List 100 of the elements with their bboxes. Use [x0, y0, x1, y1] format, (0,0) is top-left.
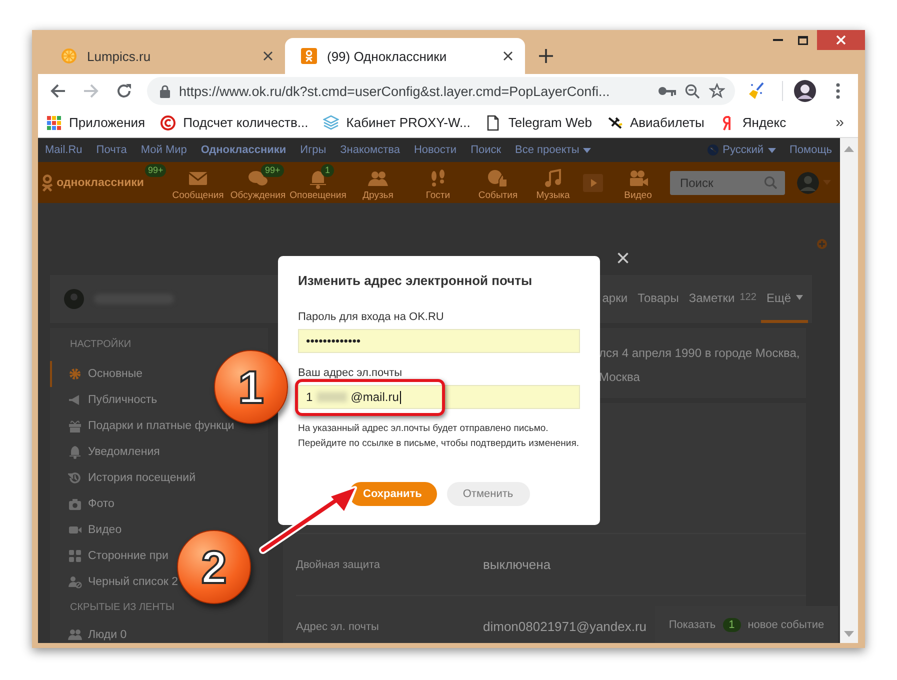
people-icon — [368, 168, 388, 188]
play-icon[interactable] — [583, 174, 603, 192]
sidebar-item[interactable]: История посещений — [50, 465, 196, 491]
sidebar-item[interactable]: Черный список 2 — [50, 569, 178, 595]
notification-text: Показать — [668, 618, 716, 630]
nav-item[interactable]: Обсуждения 99+ — [228, 164, 288, 200]
setting-value: dimon08021971@yandex.ru — [483, 619, 647, 634]
portal-link[interactable]: Игры — [300, 144, 326, 156]
sidebar-item[interactable]: Фото — [50, 491, 114, 517]
bookmark[interactable]: Приложения — [46, 114, 146, 130]
maximize-icon — [798, 36, 808, 44]
profile-tab[interactable]: арки — [597, 275, 633, 323]
search-icon — [764, 176, 777, 189]
lock-icon — [160, 84, 170, 98]
bookmark[interactable]: Подсчет количеств... — [160, 114, 308, 130]
nav-item[interactable]: Сообщения — [168, 164, 228, 200]
cube-icon — [323, 114, 340, 130]
avatar-icon — [794, 80, 816, 102]
zoom-out-icon[interactable] — [685, 84, 700, 98]
gift-icon — [68, 419, 82, 433]
sidebar-item[interactable]: Видео — [50, 517, 122, 543]
caret-down-icon — [796, 295, 803, 300]
text-cursor — [400, 390, 401, 404]
browser-tab[interactable]: Lumpics.ru — [45, 38, 285, 74]
portal-link[interactable]: Поиск — [470, 144, 502, 156]
citrus-slice-icon — [61, 48, 77, 64]
nav-item[interactable]: Видео — [608, 164, 668, 200]
cancel-button[interactable]: Отменить — [446, 482, 530, 506]
portal-link[interactable]: Mail.Ru — [45, 144, 82, 156]
grid-icon — [68, 549, 82, 563]
dialog-title: Изменить адрес электронной почты — [298, 274, 534, 288]
close-icon[interactable] — [503, 51, 513, 61]
portal-link[interactable]: Одноклассники — [200, 144, 286, 156]
address-bar[interactable]: https://www.ok.ru/dk?st.cmd=userConfig&st.layer.cmd=PopLayerConfi... — [147, 77, 735, 105]
count-badge: 1 — [722, 618, 741, 632]
sidebar-item[interactable]: Сторонние при — [50, 543, 168, 569]
sidebar-item[interactable]: Публичность — [50, 387, 158, 413]
language-selector[interactable]: Русский — [706, 144, 776, 156]
more-bookmarks-button[interactable]: » — [836, 114, 844, 131]
blocked-user-icon — [68, 575, 82, 589]
people-icon — [68, 628, 82, 642]
ok-logo-icon — [41, 172, 54, 194]
bookmark[interactable]: Кабинет PROXY-W... — [323, 114, 470, 130]
minimize-icon — [772, 39, 782, 41]
bookmark[interactable]: Telegram Web — [485, 114, 592, 130]
field-label: Ваш адрес эл.почты — [298, 367, 404, 379]
count-badge: 99+ — [261, 164, 284, 176]
reload-icon — [116, 83, 132, 99]
nav-item[interactable]: Друзья — [348, 164, 408, 200]
nav-item[interactable]: Гости — [408, 164, 468, 200]
sidebar-item[interactable]: Уведомления — [50, 439, 160, 465]
more-vertical-icon — [836, 83, 840, 99]
nav-item[interactable]: Оповещения 1 — [288, 164, 348, 200]
music-note-icon — [543, 168, 563, 188]
camera-icon — [68, 497, 82, 511]
portal-link[interactable]: Новости — [414, 144, 457, 156]
megaphone-icon — [68, 393, 82, 407]
section-heading: СКРЫТЫЕ ИЗ ЛЕНТЫ — [69, 601, 174, 615]
search-field[interactable]: Поиск — [670, 170, 785, 194]
email-field[interactable]: 1 @mail.ru — [298, 385, 580, 409]
count-badge: 99+ — [145, 164, 166, 177]
portal-link[interactable]: Знакомства — [340, 144, 400, 156]
close-icon[interactable] — [263, 51, 273, 61]
avatar-icon — [64, 289, 84, 309]
close-button[interactable]: × — [616, 249, 630, 269]
blurred-text — [316, 392, 347, 402]
profile-tab[interactable]: Ещё — [761, 275, 808, 323]
portal-link[interactable]: Все проекты — [515, 144, 592, 156]
plus-icon[interactable] — [539, 49, 553, 63]
password-field[interactable]: ••••••••••••• — [298, 329, 580, 353]
key-icon[interactable] — [658, 86, 676, 96]
url-text: https://www.ok.ru/dk?st.cmd=userConfig&st.layer.cmd=PopLayerConfi... — [179, 84, 611, 98]
nav-item[interactable]: События — [468, 164, 528, 200]
help-link[interactable]: Помощь — [790, 144, 832, 156]
count-badge: 1 — [321, 164, 334, 176]
browser-tab[interactable]: (99) Одноклассники — [285, 38, 525, 74]
setting-label: Двойная защита — [296, 558, 382, 570]
profile-info-text: лся 4 апреля 1990 в городе Москва, Москва — [599, 345, 801, 386]
bookmark[interactable]: Авиабилеты — [606, 114, 704, 130]
portal-link[interactable]: Мой Мир — [140, 144, 187, 156]
globe-icon — [706, 144, 719, 156]
back-arrow-icon — [50, 83, 66, 99]
close-icon — [836, 35, 846, 45]
profile-button[interactable] — [791, 77, 819, 105]
profile-tab[interactable]: Товары — [632, 275, 684, 323]
portal-link[interactable]: Почта — [96, 144, 127, 156]
gear-icon — [68, 367, 82, 381]
forward-arrow-icon — [83, 83, 99, 99]
profile-tab[interactable]: Заметки 122 — [684, 275, 762, 323]
star-icon[interactable] — [709, 83, 725, 99]
sidebar-item[interactable]: Люди 0 — [50, 622, 127, 643]
close-button[interactable] — [817, 30, 865, 50]
copyright-icon — [160, 114, 176, 130]
bookmark[interactable]: Яндекс — [719, 114, 786, 130]
ok-logo-icon — [301, 48, 317, 64]
nav-item[interactable]: Музыка — [528, 164, 578, 200]
movie-camera-icon — [628, 168, 648, 188]
apps-grid-icon — [46, 114, 62, 130]
sidebar-item[interactable]: Основные — [50, 361, 143, 387]
site-logo[interactable]: одноклассники — [38, 162, 144, 203]
